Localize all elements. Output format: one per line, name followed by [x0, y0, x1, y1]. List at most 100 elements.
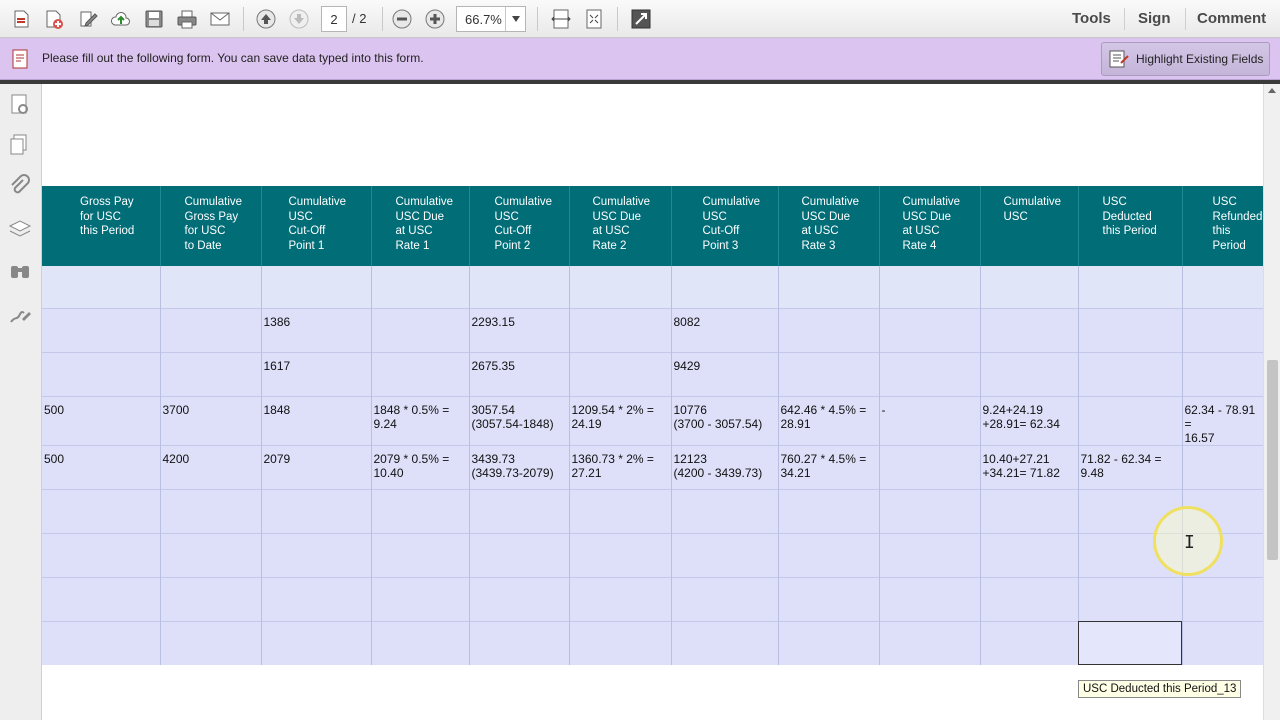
layers-icon[interactable] — [7, 216, 33, 242]
fit-width-icon[interactable] — [548, 6, 574, 32]
form-field-cell[interactable] — [160, 576, 262, 621]
form-field-cell[interactable] — [879, 532, 981, 577]
form-field-cell[interactable] — [42, 307, 161, 352]
form-field-cell[interactable]: 1209.54 * 2% = 24.19 — [569, 395, 672, 445]
zoom-in-icon[interactable] — [422, 6, 448, 32]
form-field-cell[interactable]: 500 — [42, 444, 161, 489]
form-field-cell[interactable] — [371, 307, 470, 352]
form-field-cell[interactable] — [671, 532, 779, 577]
form-field-cell[interactable] — [160, 488, 262, 533]
sign-link[interactable]: Sign — [1138, 10, 1171, 27]
form-field-cell[interactable] — [569, 576, 672, 621]
form-field-cell[interactable] — [371, 576, 470, 621]
print-icon[interactable] — [174, 6, 200, 32]
form-field-cell[interactable] — [879, 576, 981, 621]
email-icon[interactable] — [207, 6, 233, 32]
form-field-cell[interactable]: 1617 — [261, 351, 372, 396]
form-field-cell[interactable] — [778, 266, 880, 308]
edit-icon[interactable] — [75, 6, 101, 32]
form-field-cell[interactable] — [1078, 266, 1183, 308]
form-field-cell[interactable] — [1078, 307, 1183, 352]
form-field-cell[interactable] — [469, 620, 570, 665]
form-field-cell[interactable] — [469, 488, 570, 533]
add-file-icon[interactable] — [41, 6, 67, 32]
binoculars-icon[interactable] — [7, 258, 33, 284]
form-field-cell[interactable] — [1078, 576, 1183, 621]
form-field-cell[interactable]: 760.27 * 4.5% = 34.21 — [778, 444, 880, 489]
form-field-cell[interactable] — [569, 488, 672, 533]
form-field-cell[interactable] — [569, 307, 672, 352]
form-field-cell[interactable]: - — [879, 395, 981, 445]
form-field-cell[interactable] — [879, 307, 981, 352]
form-field-cell[interactable] — [469, 532, 570, 577]
form-field-cell[interactable]: 1386 — [261, 307, 372, 352]
create-pdf-icon[interactable] — [8, 6, 34, 32]
form-field-cell[interactable] — [42, 351, 161, 396]
page-thumbnails-icon[interactable] — [7, 92, 33, 118]
form-field-cell[interactable] — [261, 532, 372, 577]
save-icon[interactable] — [141, 6, 167, 32]
form-field-cell[interactable] — [980, 532, 1079, 577]
form-field-cell[interactable] — [569, 532, 672, 577]
page-down-icon[interactable] — [286, 6, 312, 32]
form-field-cell[interactable] — [160, 620, 262, 665]
form-field-cell[interactable] — [778, 307, 880, 352]
form-field-cell[interactable] — [980, 576, 1079, 621]
form-field-cell[interactable] — [671, 620, 779, 665]
form-field-cell[interactable] — [879, 351, 981, 396]
form-field-cell[interactable]: 62.34 - 78.91 = 16.57 — [1182, 395, 1264, 445]
page-up-icon[interactable] — [253, 6, 279, 32]
form-field-cell[interactable] — [1182, 444, 1264, 489]
form-field-cell[interactable] — [879, 488, 981, 533]
form-field-cell[interactable] — [980, 266, 1079, 308]
form-field-cell[interactable] — [879, 266, 981, 308]
form-field-cell[interactable] — [879, 620, 981, 665]
form-field-cell[interactable]: 4200 — [160, 444, 262, 489]
page-number-input[interactable]: 2 — [321, 6, 347, 32]
form-field-cell[interactable] — [1182, 351, 1264, 396]
form-field-cell[interactable]: 2675.35 — [469, 351, 570, 396]
form-field-cell[interactable] — [371, 351, 470, 396]
tools-link[interactable]: Tools — [1072, 10, 1111, 27]
form-field-cell[interactable]: 500 — [42, 395, 161, 445]
form-field-cell[interactable]: 9.24+24.19 +28.91= 62.34 — [980, 395, 1079, 445]
form-field-cell[interactable] — [1182, 266, 1264, 308]
form-field-cell[interactable] — [569, 620, 672, 665]
fit-page-icon[interactable] — [581, 6, 607, 32]
form-field-cell[interactable] — [371, 266, 470, 308]
form-field-cell[interactable] — [469, 576, 570, 621]
form-field-cell[interactable] — [778, 488, 880, 533]
scroll-up-arrow[interactable] — [1268, 88, 1276, 93]
form-field-cell[interactable] — [42, 266, 161, 308]
form-field-cell[interactable] — [569, 266, 672, 308]
form-field-cell[interactable] — [42, 620, 161, 665]
form-field-cell[interactable] — [42, 532, 161, 577]
form-field-cell[interactable]: 3057.54 (3057.54-1848) — [469, 395, 570, 445]
scroll-thumb[interactable] — [1267, 360, 1278, 560]
form-field-cell[interactable] — [671, 576, 779, 621]
form-field-cell[interactable] — [980, 351, 1079, 396]
form-field-cell[interactable] — [469, 266, 570, 308]
form-field-cell[interactable]: 1360.73 * 2% = 27.21 — [569, 444, 672, 489]
form-field-cell[interactable] — [160, 351, 262, 396]
form-field-cell[interactable] — [160, 532, 262, 577]
form-field-cell[interactable]: 12123 (4200 - 3439.73) — [671, 444, 779, 489]
form-field-cell[interactable]: 2293.15 — [469, 307, 570, 352]
form-field-cell[interactable]: 642.46 * 4.5% = 28.91 — [778, 395, 880, 445]
form-field-cell[interactable] — [160, 266, 262, 308]
pages-icon[interactable] — [7, 132, 33, 158]
form-field-cell[interactable]: 10.40+27.21 +34.21= 71.82 — [980, 444, 1079, 489]
form-field-cell[interactable] — [1182, 620, 1264, 665]
form-field-cell[interactable]: 9429 — [671, 351, 779, 396]
form-field-cell[interactable] — [160, 307, 262, 352]
form-field-cell[interactable] — [42, 488, 161, 533]
highlight-fields-button[interactable]: Highlight Existing Fields — [1101, 42, 1270, 76]
attachments-icon[interactable] — [7, 174, 33, 200]
form-field-cell[interactable] — [569, 351, 672, 396]
form-field-cell[interactable] — [371, 532, 470, 577]
form-field-cell[interactable]: 3700 — [160, 395, 262, 445]
form-field-cell[interactable] — [1182, 307, 1264, 352]
form-field-cell[interactable] — [1078, 620, 1183, 665]
form-field-cell[interactable] — [1182, 576, 1264, 621]
form-field-cell[interactable]: 10776 (3700 - 3057.54) — [671, 395, 779, 445]
